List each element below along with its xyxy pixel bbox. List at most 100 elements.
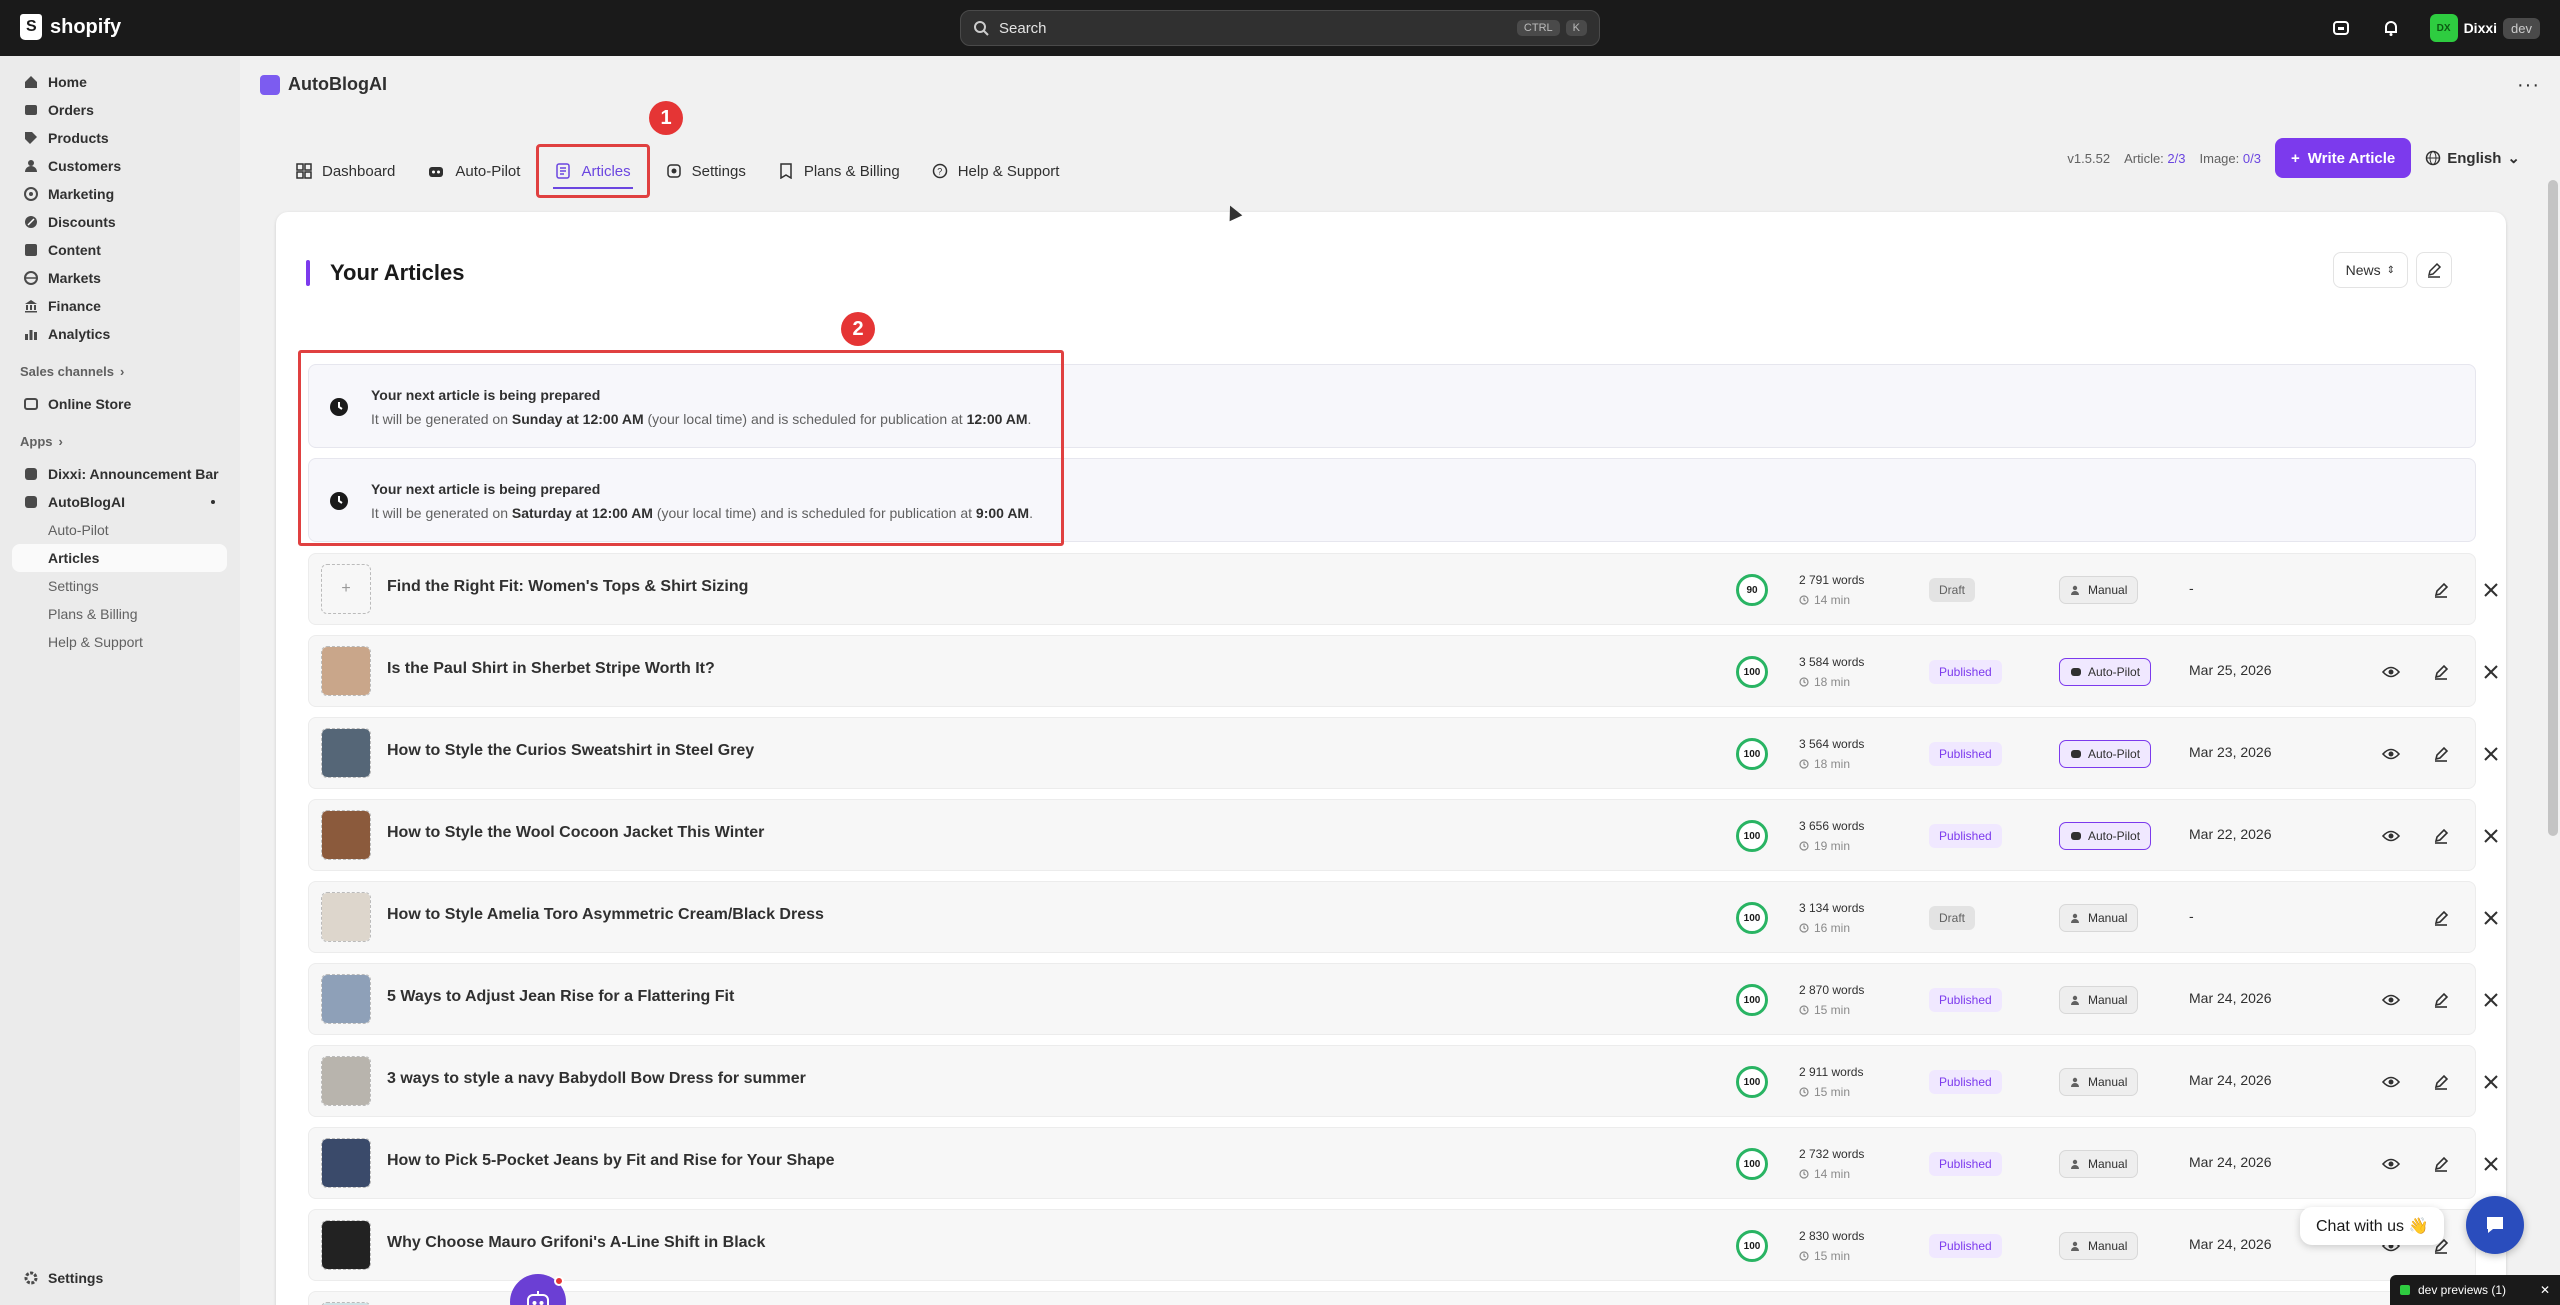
tab-articles[interactable]: Articles <box>536 144 650 198</box>
close-icon[interactable]: ✕ <box>2540 1283 2550 1297</box>
sidebar-sub-autopilot[interactable]: Auto-Pilot <box>12 516 227 544</box>
sidebar-item-discounts[interactable]: Discounts <box>12 208 227 236</box>
delete-button[interactable] <box>2477 576 2505 604</box>
close-icon <box>2484 583 2498 597</box>
article-title[interactable]: How to Style the Wool Cocoon Jacket This… <box>387 824 764 842</box>
edit-button[interactable] <box>2427 740 2455 768</box>
table-row[interactable]: Is the Paul Shirt in Sherbet Stripe Wort… <box>308 635 2498 707</box>
article-thumbnail[interactable] <box>321 728 371 778</box>
sidebar-sub-plans-billing[interactable]: Plans & Billing <box>12 600 227 628</box>
delete-button[interactable] <box>2477 904 2505 932</box>
article-title[interactable]: How to Style the Curios Sweatshirt in St… <box>387 742 754 760</box>
tab-dashboard[interactable]: Dashboard <box>280 144 411 198</box>
clock-icon <box>1799 923 1809 933</box>
article-title[interactable]: 5 Ways to Adjust Jean Rise for a Flatter… <box>387 988 734 1006</box>
delete-button[interactable] <box>2477 1068 2505 1096</box>
sidebar-item-customers[interactable]: Customers <box>12 152 227 180</box>
view-button[interactable] <box>2377 1068 2405 1096</box>
read-time-value: 15 min <box>1814 1003 1851 1017</box>
article-title[interactable]: Why Choose Mauro Grifoni's A-Line Shift … <box>387 1234 765 1252</box>
article-title[interactable]: How to Style Amelia Toro Asymmetric Crea… <box>387 906 824 924</box>
sidebar-item-settings[interactable]: Settings <box>12 1264 227 1292</box>
tab-help-support[interactable]: ? Help & Support <box>916 144 1076 198</box>
table-row[interactable]: 5 Ways to Adjust Jean Rise for a Flatter… <box>308 963 2498 1035</box>
tab-settings[interactable]: Settings <box>650 144 762 198</box>
view-button[interactable] <box>2377 740 2405 768</box>
edit-button[interactable] <box>2427 1150 2455 1178</box>
dev-previews-bar[interactable]: dev previews (1) ✕ <box>2390 1275 2560 1305</box>
article-thumbnail[interactable] <box>321 1138 371 1188</box>
scrollbar[interactable] <box>2548 180 2558 836</box>
sidebar-item-markets[interactable]: Markets <box>12 264 227 292</box>
blog-select[interactable]: News ⇕ <box>2332 252 2408 288</box>
view-button[interactable] <box>2377 658 2405 686</box>
article-stats: 2 870 words 15 min <box>1799 980 1864 1020</box>
article-thumbnail[interactable] <box>321 974 371 1024</box>
eye-icon <box>2382 1076 2400 1088</box>
tab-plans-billing[interactable]: Plans & Billing <box>762 144 916 198</box>
edit-button[interactable] <box>2427 1068 2455 1096</box>
table-row[interactable]: Choose the Right Dress Silhouette for Pe… <box>308 1291 2476 1305</box>
table-row[interactable]: Why Choose Mauro Grifoni's A-Line Shift … <box>308 1209 2498 1281</box>
sidebar-sub-settings[interactable]: Settings <box>12 572 227 600</box>
article-thumbnail[interactable] <box>321 892 371 942</box>
sidebar-item-home[interactable]: Home <box>12 68 227 96</box>
delete-button[interactable] <box>2477 740 2505 768</box>
apps-heading[interactable]: Apps › <box>20 434 63 449</box>
sidebar-item-marketing[interactable]: Marketing <box>12 180 227 208</box>
write-article-button[interactable]: + Write Article <box>2274 138 2412 178</box>
edit-button[interactable] <box>2427 576 2455 604</box>
delete-button[interactable] <box>2477 658 2505 686</box>
table-row[interactable]: How to Style the Wool Cocoon Jacket This… <box>308 799 2498 871</box>
article-thumbnail[interactable] <box>321 1220 371 1270</box>
home-icon <box>25 76 37 88</box>
sales-channels-heading[interactable]: Sales channels › <box>20 364 124 379</box>
table-row[interactable]: How to Style the Curios Sweatshirt in St… <box>308 717 2498 789</box>
article-title[interactable]: Find the Right Fit: Women's Tops & Shirt… <box>387 578 748 596</box>
view-button[interactable] <box>2377 822 2405 850</box>
edit-button[interactable] <box>2427 658 2455 686</box>
article-title[interactable]: 3 ways to style a navy Babydoll Bow Dres… <box>387 1070 806 1088</box>
tab-autopilot[interactable]: Auto-Pilot <box>411 144 536 198</box>
search-icon <box>974 21 989 36</box>
shopify-logo[interactable]: shopify <box>20 14 121 40</box>
article-title[interactable]: Is the Paul Shirt in Sherbet Stripe Wort… <box>387 660 715 678</box>
sidebar-item-products[interactable]: Products <box>12 124 227 152</box>
bell-icon[interactable] <box>2380 17 2402 39</box>
delete-button[interactable] <box>2477 822 2505 850</box>
sidebar-sub-articles[interactable]: Articles <box>12 544 227 572</box>
edit-button[interactable] <box>2427 822 2455 850</box>
sidebar-item-analytics[interactable]: Analytics <box>12 320 227 348</box>
article-thumbnail[interactable] <box>321 646 371 696</box>
table-row[interactable]: How to Pick 5-Pocket Jeans by Fit and Ri… <box>308 1127 2498 1199</box>
article-thumbnail[interactable] <box>321 1056 371 1106</box>
delete-button[interactable] <box>2477 1150 2505 1178</box>
article-title[interactable]: How to Pick 5-Pocket Jeans by Fit and Ri… <box>387 1152 835 1170</box>
sidebar-sub-help-support[interactable]: Help & Support <box>12 628 227 656</box>
view-button[interactable] <box>2377 986 2405 1014</box>
edit-button[interactable] <box>2427 986 2455 1014</box>
search-input[interactable]: Search CTRL K <box>960 10 1600 46</box>
table-row[interactable]: + Find the Right Fit: Women's Tops & Shir… <box>308 553 2498 625</box>
article-thumbnail[interactable]: + <box>321 564 371 614</box>
language-select[interactable]: English ⌄ <box>2425 149 2520 167</box>
user-menu[interactable]: DX Dixxi dev <box>2429 14 2540 42</box>
sidebar-item-content[interactable]: Content <box>12 236 227 264</box>
article-thumbnail[interactable] <box>321 810 371 860</box>
sidebar-item-orders[interactable]: Orders <box>12 96 227 124</box>
table-row[interactable]: How to Style Amelia Toro Asymmetric Crea… <box>308 881 2498 953</box>
close-icon <box>2484 829 2498 843</box>
chat-button[interactable] <box>2466 1196 2524 1254</box>
store-icon[interactable] <box>2330 17 2352 39</box>
delete-button[interactable] <box>2477 986 2505 1014</box>
sidebar-item-finance[interactable]: Finance <box>12 292 227 320</box>
sidebar-item-autoblogai[interactable]: AutoBlogAI <box>12 488 227 516</box>
sidebar-item-announcement-bar[interactable]: Dixxi: Announcement Bar <box>12 460 227 488</box>
edit-blog-button[interactable] <box>2416 252 2452 288</box>
edit-button[interactable] <box>2427 904 2455 932</box>
table-row[interactable]: 3 ways to style a navy Babydoll Bow Dres… <box>308 1045 2498 1117</box>
chat-prompt[interactable]: Chat with us 👋 <box>2300 1207 2445 1245</box>
more-options-icon[interactable]: ··· <box>2517 74 2540 97</box>
sidebar-item-online-store[interactable]: Online Store <box>12 390 227 418</box>
view-button[interactable] <box>2377 1150 2405 1178</box>
